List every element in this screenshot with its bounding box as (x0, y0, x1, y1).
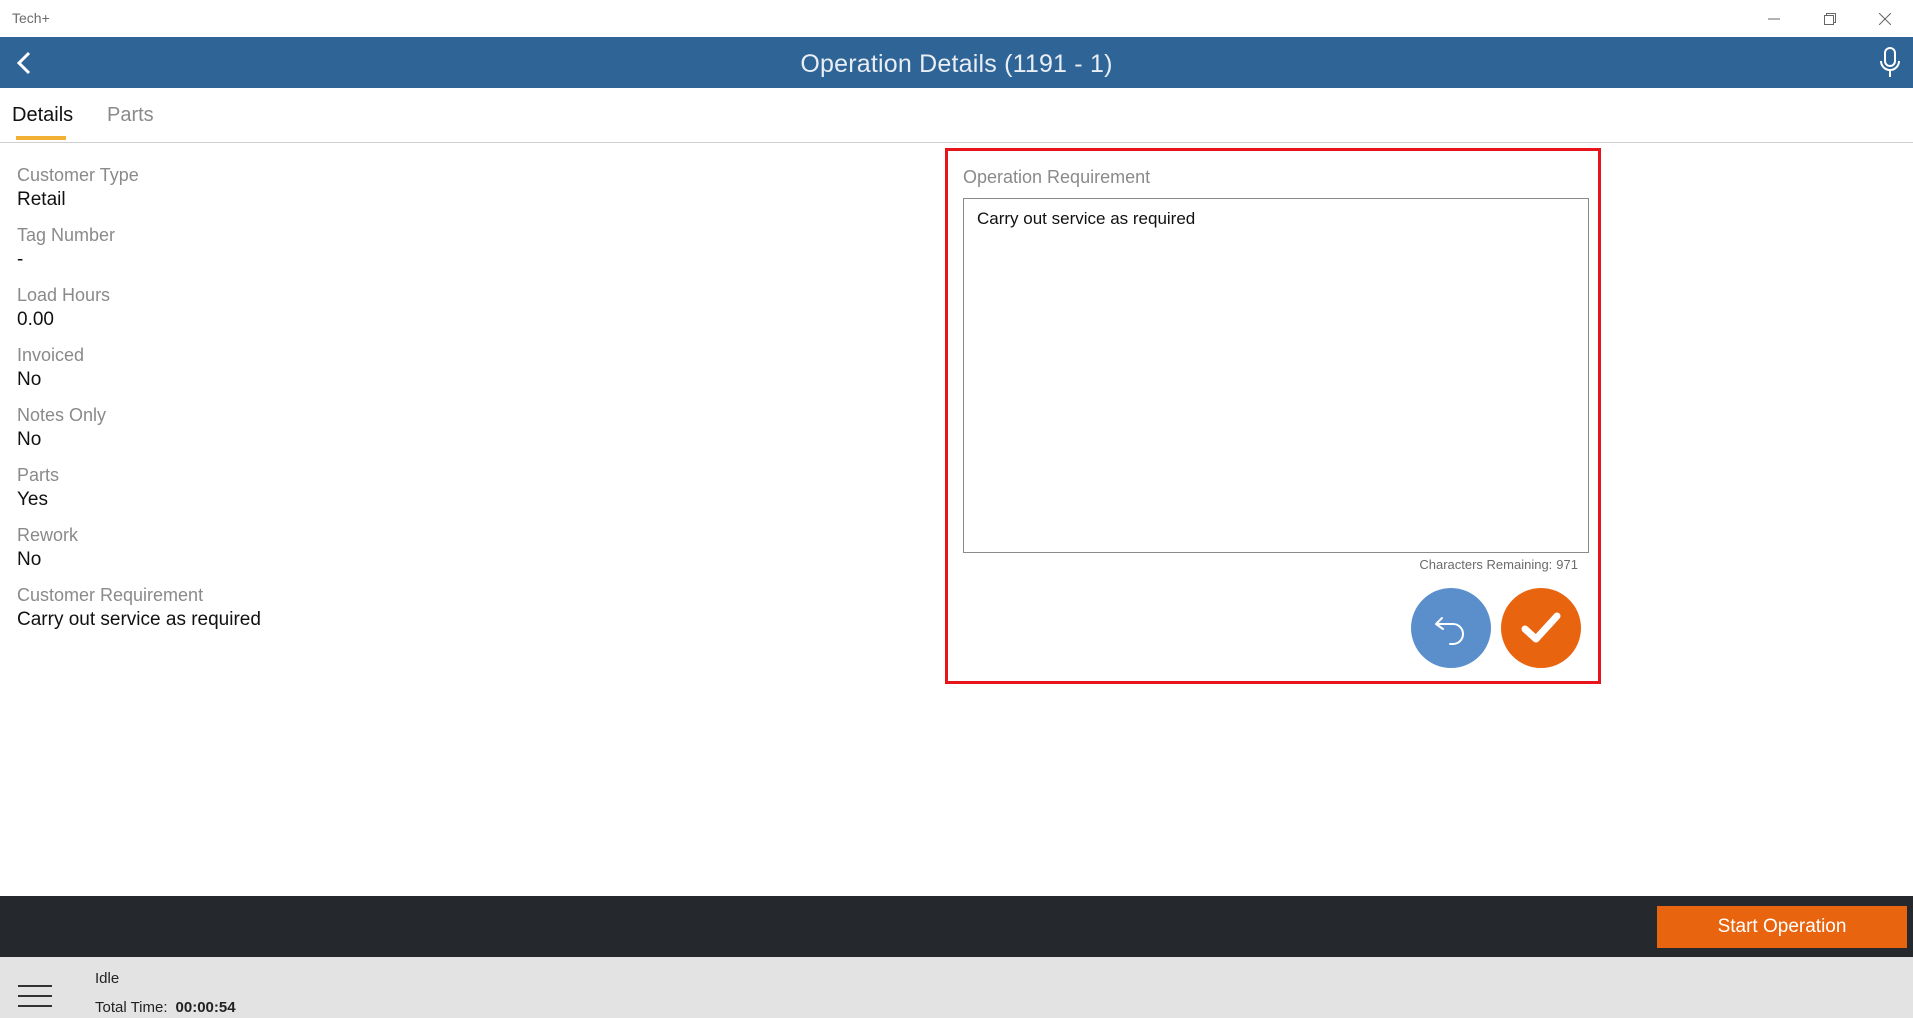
field-customer-requirement: Customer Requirement Carry out service a… (17, 583, 261, 643)
field-load-hours: Load Hours 0.00 (17, 283, 261, 343)
field-value: No (17, 429, 42, 450)
total-time: Total Time: 00:00:54 (95, 999, 236, 1016)
microphone-icon (1880, 47, 1900, 77)
undo-icon (1435, 617, 1464, 645)
total-time-label: Total Time: (95, 999, 168, 1016)
field-label: Parts (17, 465, 60, 485)
field-label: Customer Type (17, 165, 139, 185)
restore-icon[interactable] (1802, 0, 1858, 37)
undo-button[interactable] (1411, 588, 1491, 668)
field-label: Tag Number (17, 225, 116, 245)
app-title: Tech+ (12, 10, 50, 26)
microphone-button[interactable] (1872, 45, 1908, 81)
field-label: Rework (17, 525, 79, 545)
field-label: Notes Only (17, 405, 107, 425)
operation-requirement-input[interactable]: Carry out service as required (963, 198, 1589, 553)
active-tab-indicator (16, 136, 66, 140)
tab-bar: Details Parts (0, 88, 1913, 143)
checkmark-icon (1521, 612, 1561, 643)
minimize-icon[interactable] (1746, 0, 1802, 37)
characters-remaining: Characters Remaining: 971 (1415, 557, 1578, 572)
confirm-button[interactable] (1501, 588, 1581, 668)
operation-requirement-panel: Operation Requirement Carry out service … (945, 148, 1601, 684)
field-value: Yes (17, 489, 48, 510)
hamburger-menu-icon[interactable] (18, 985, 52, 1013)
field-value: 0.00 (17, 309, 54, 330)
action-bar: Start Operation (0, 896, 1913, 957)
window-titlebar: Tech+ (0, 0, 1913, 37)
details-list: Customer Type Retail Tag Number - Load H… (17, 163, 261, 643)
field-notes-only: Notes Only No (17, 403, 261, 463)
tab-parts[interactable]: Parts (107, 104, 154, 127)
field-value: - (17, 249, 24, 270)
field-parts: Parts Yes (17, 463, 261, 523)
field-value: Carry out service as required (17, 609, 261, 630)
field-label: Customer Requirement (17, 585, 204, 605)
app-header: Operation Details (1191 - 1) (0, 37, 1913, 88)
field-customer-type: Customer Type Retail (17, 163, 261, 223)
field-value: Retail (17, 189, 66, 210)
status-state: Idle (95, 970, 120, 987)
field-rework: Rework No (17, 523, 261, 583)
field-value: No (17, 549, 42, 570)
page-title: Operation Details (1191 - 1) (800, 50, 1113, 78)
field-label: Load Hours (17, 285, 111, 305)
total-time-value: 00:00:54 (175, 999, 236, 1016)
field-tag-number: Tag Number - (17, 223, 261, 283)
field-invoiced: Invoiced No (17, 343, 261, 403)
start-operation-button[interactable]: Start Operation (1657, 906, 1907, 948)
field-value: No (17, 369, 42, 390)
characters-remaining-label: Characters Remaining: (1419, 557, 1553, 572)
characters-remaining-count: 971 (1556, 557, 1578, 572)
close-icon[interactable] (1857, 0, 1913, 37)
status-bar: Idle Total Time: 00:00:54 (0, 957, 1913, 1018)
field-label: Invoiced (17, 345, 85, 365)
operation-requirement-label: Operation Requirement (963, 167, 1151, 187)
tab-details[interactable]: Details (12, 104, 73, 127)
